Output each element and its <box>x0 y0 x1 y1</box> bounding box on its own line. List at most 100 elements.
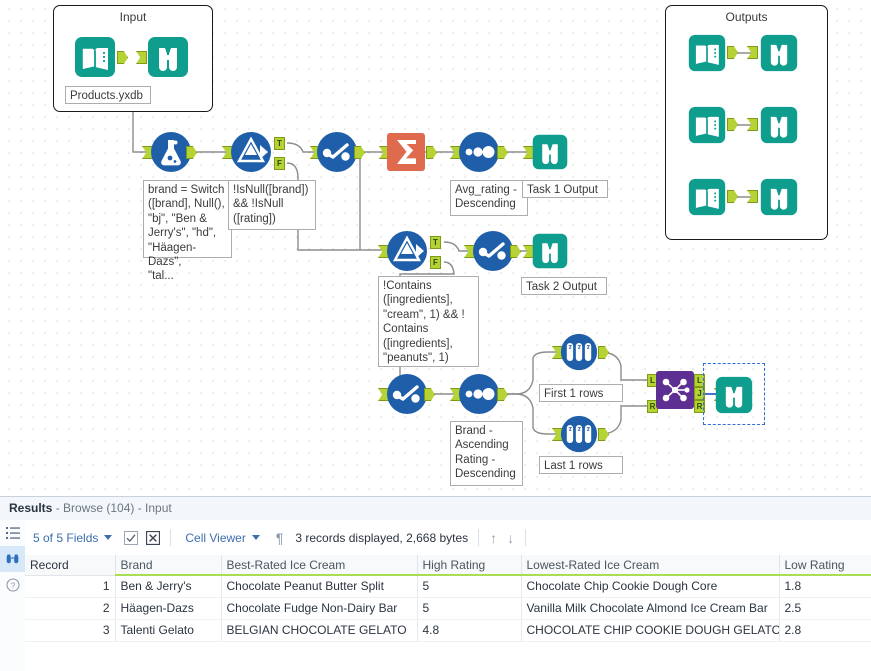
output-data-tool-2[interactable] <box>687 105 727 145</box>
pilcrow-icon[interactable]: ¶ <box>268 530 292 546</box>
join-tool[interactable] <box>656 371 694 409</box>
output-anchor-2[interactable] <box>727 118 738 131</box>
check-box-icon[interactable] <box>120 530 142 545</box>
cell-high: 5 <box>417 597 522 620</box>
fields-list-icon[interactable] <box>0 520 25 546</box>
cell-low: 2.8 <box>779 619 871 642</box>
filter1-annotation: !IsNull([brand]) && !IsNull ([rating]) <box>228 180 316 230</box>
sample-last-output-anchor[interactable] <box>598 428 609 441</box>
cell-best: BELGIAN CHOCOLATE GELATO <box>221 619 418 642</box>
sample-last-tool[interactable] <box>560 415 598 453</box>
input-output-anchor[interactable] <box>117 51 128 64</box>
records-status: 3 records displayed, 2,668 bytes <box>295 530 469 545</box>
filter2-tool[interactable] <box>386 230 428 272</box>
sort2-output-anchor[interactable] <box>497 388 508 401</box>
results-title-suffix: - Browse (104) - Input <box>52 501 172 515</box>
output-anchor-1[interactable] <box>727 46 738 59</box>
output-browse-anchor-1[interactable] <box>747 46 758 59</box>
cell-brand: Häagen-Dazs <box>115 597 222 620</box>
output-browse-tool-1[interactable] <box>759 33 799 73</box>
output-browse-anchor-3[interactable] <box>747 190 758 203</box>
task2-browse-tool[interactable] <box>531 232 569 270</box>
select2-tool[interactable] <box>472 230 514 272</box>
help-question-icon[interactable]: ? <box>0 572 25 598</box>
output-data-tool-3[interactable] <box>687 177 727 217</box>
clear-box-icon[interactable] <box>142 530 164 545</box>
results-data-grid[interactable]: Record Brand Best-Rated Ice Cream High R… <box>25 555 871 671</box>
column-header-best-rated[interactable]: Best-Rated Ice Cream <box>221 555 418 576</box>
output-browse-tool-3[interactable] <box>759 177 799 217</box>
browse-binoculars-icon <box>760 34 798 72</box>
sort1-tool[interactable] <box>458 131 500 173</box>
filter1-false-anchor[interactable]: F <box>274 157 285 170</box>
summarize-output-anchor[interactable] <box>426 146 437 159</box>
input-browse-tool[interactable] <box>146 35 190 79</box>
arrow-up-icon[interactable]: ↑ <box>485 530 502 546</box>
workflow-canvas[interactable]: Input Products.yxdb Outputs brand = Swit… <box>0 0 871 496</box>
formula-annotation: brand = Switch ([brand], Null(), "bj", "… <box>143 180 232 282</box>
filter-funnel-icon <box>387 231 427 271</box>
table-header-row: Record Brand Best-Rated Ice Cream High R… <box>25 555 871 576</box>
cell-best: Chocolate Fudge Non-Dairy Bar <box>221 597 418 620</box>
cell-record: 3 <box>25 619 116 642</box>
summarize-tool[interactable] <box>387 133 425 171</box>
filter2-false-anchor[interactable]: F <box>430 256 441 269</box>
select2-output-anchor[interactable] <box>510 245 521 258</box>
select3-output-anchor[interactable] <box>424 388 435 401</box>
input-data-tool[interactable] <box>73 35 117 79</box>
column-header-high-rating[interactable]: High Rating <box>417 555 522 576</box>
filter2-true-anchor[interactable]: T <box>430 236 441 249</box>
cell-brand: Talenti Gelato <box>115 619 222 642</box>
filter1-true-anchor[interactable]: T <box>274 137 285 150</box>
results-table: Record Brand Best-Rated Ice Cream High R… <box>25 555 871 642</box>
cell-lowest: Chocolate Chip Cookie Dough Core <box>521 575 780 598</box>
sample-last-annotation: Last 1 rows <box>539 456 623 474</box>
output-browse-tool-2[interactable] <box>759 105 799 145</box>
output-anchor-3[interactable] <box>727 190 738 203</box>
output-data-tool-1[interactable] <box>687 33 727 73</box>
filter1-tool[interactable] <box>230 131 272 173</box>
toolbar-divider-1 <box>170 529 172 546</box>
sort2-tool[interactable] <box>458 373 500 415</box>
select1-tool[interactable] <box>316 131 358 173</box>
input-data-icon <box>688 106 726 144</box>
formula-output-anchor[interactable] <box>186 146 197 159</box>
sample-first-output-anchor[interactable] <box>598 346 609 359</box>
table-row[interactable]: 3 Talenti Gelato BELGIAN CHOCOLATE GELAT… <box>25 619 871 642</box>
cell-record: 2 <box>25 597 116 620</box>
column-header-low-rating[interactable]: Low Rating <box>779 555 871 576</box>
column-header-brand[interactable]: Brand <box>115 555 222 576</box>
output-browse-anchor-2[interactable] <box>747 118 758 131</box>
select-checkmark-icon <box>317 132 357 172</box>
fields-selector[interactable]: 5 of 5 Fields <box>25 531 120 545</box>
summarize-sigma-icon <box>387 133 425 171</box>
cell-best: Chocolate Peanut Butter Split <box>221 575 418 598</box>
sample-first-tool[interactable] <box>560 333 598 371</box>
cell-high: 5 <box>417 575 522 598</box>
clear-box-glyph <box>146 530 161 545</box>
column-header-lowest-rated[interactable]: Lowest-Rated Ice Cream <box>521 555 780 576</box>
sort-dots-icon <box>459 374 499 414</box>
cell-viewer-selector[interactable]: Cell Viewer <box>177 531 267 545</box>
results-title-bar: Results - Browse (104) - Input <box>0 497 871 521</box>
column-header-record[interactable]: Record <box>25 555 116 576</box>
select1-output-anchor[interactable] <box>354 146 365 159</box>
sort1-output-anchor[interactable] <box>497 146 508 159</box>
final-browse-tool[interactable] <box>714 375 754 415</box>
table-row[interactable]: 2 Häagen-Dazs Chocolate Fudge Non-Dairy … <box>25 597 871 620</box>
browse-binoculars-icon <box>760 106 798 144</box>
svg-text:?: ? <box>10 581 15 590</box>
results-panel: Results - Browse (104) - Input ? 5 of 5 … <box>0 496 871 671</box>
table-row[interactable]: 1 Ben & Jerry's Chocolate Peanut Butter … <box>25 575 871 598</box>
sample-testtubes-icon <box>560 415 598 453</box>
browse-binoculars-icon <box>532 134 568 170</box>
arrow-down-icon[interactable]: ↓ <box>502 530 519 546</box>
filter-funnel-icon <box>231 132 271 172</box>
task1-browse-tool[interactable] <box>531 133 569 171</box>
join-nodes-icon <box>656 371 694 409</box>
cell-lowest: CHOCOLATE CHIP COOKIE DOUGH GELATO <box>521 619 780 642</box>
browse-binoculars-icon[interactable] <box>0 546 25 572</box>
cell-lowest: Vanilla Milk Chocolate Almond Ice Cream … <box>521 597 780 620</box>
select3-tool[interactable] <box>386 373 428 415</box>
sort-dots-icon <box>459 132 499 172</box>
